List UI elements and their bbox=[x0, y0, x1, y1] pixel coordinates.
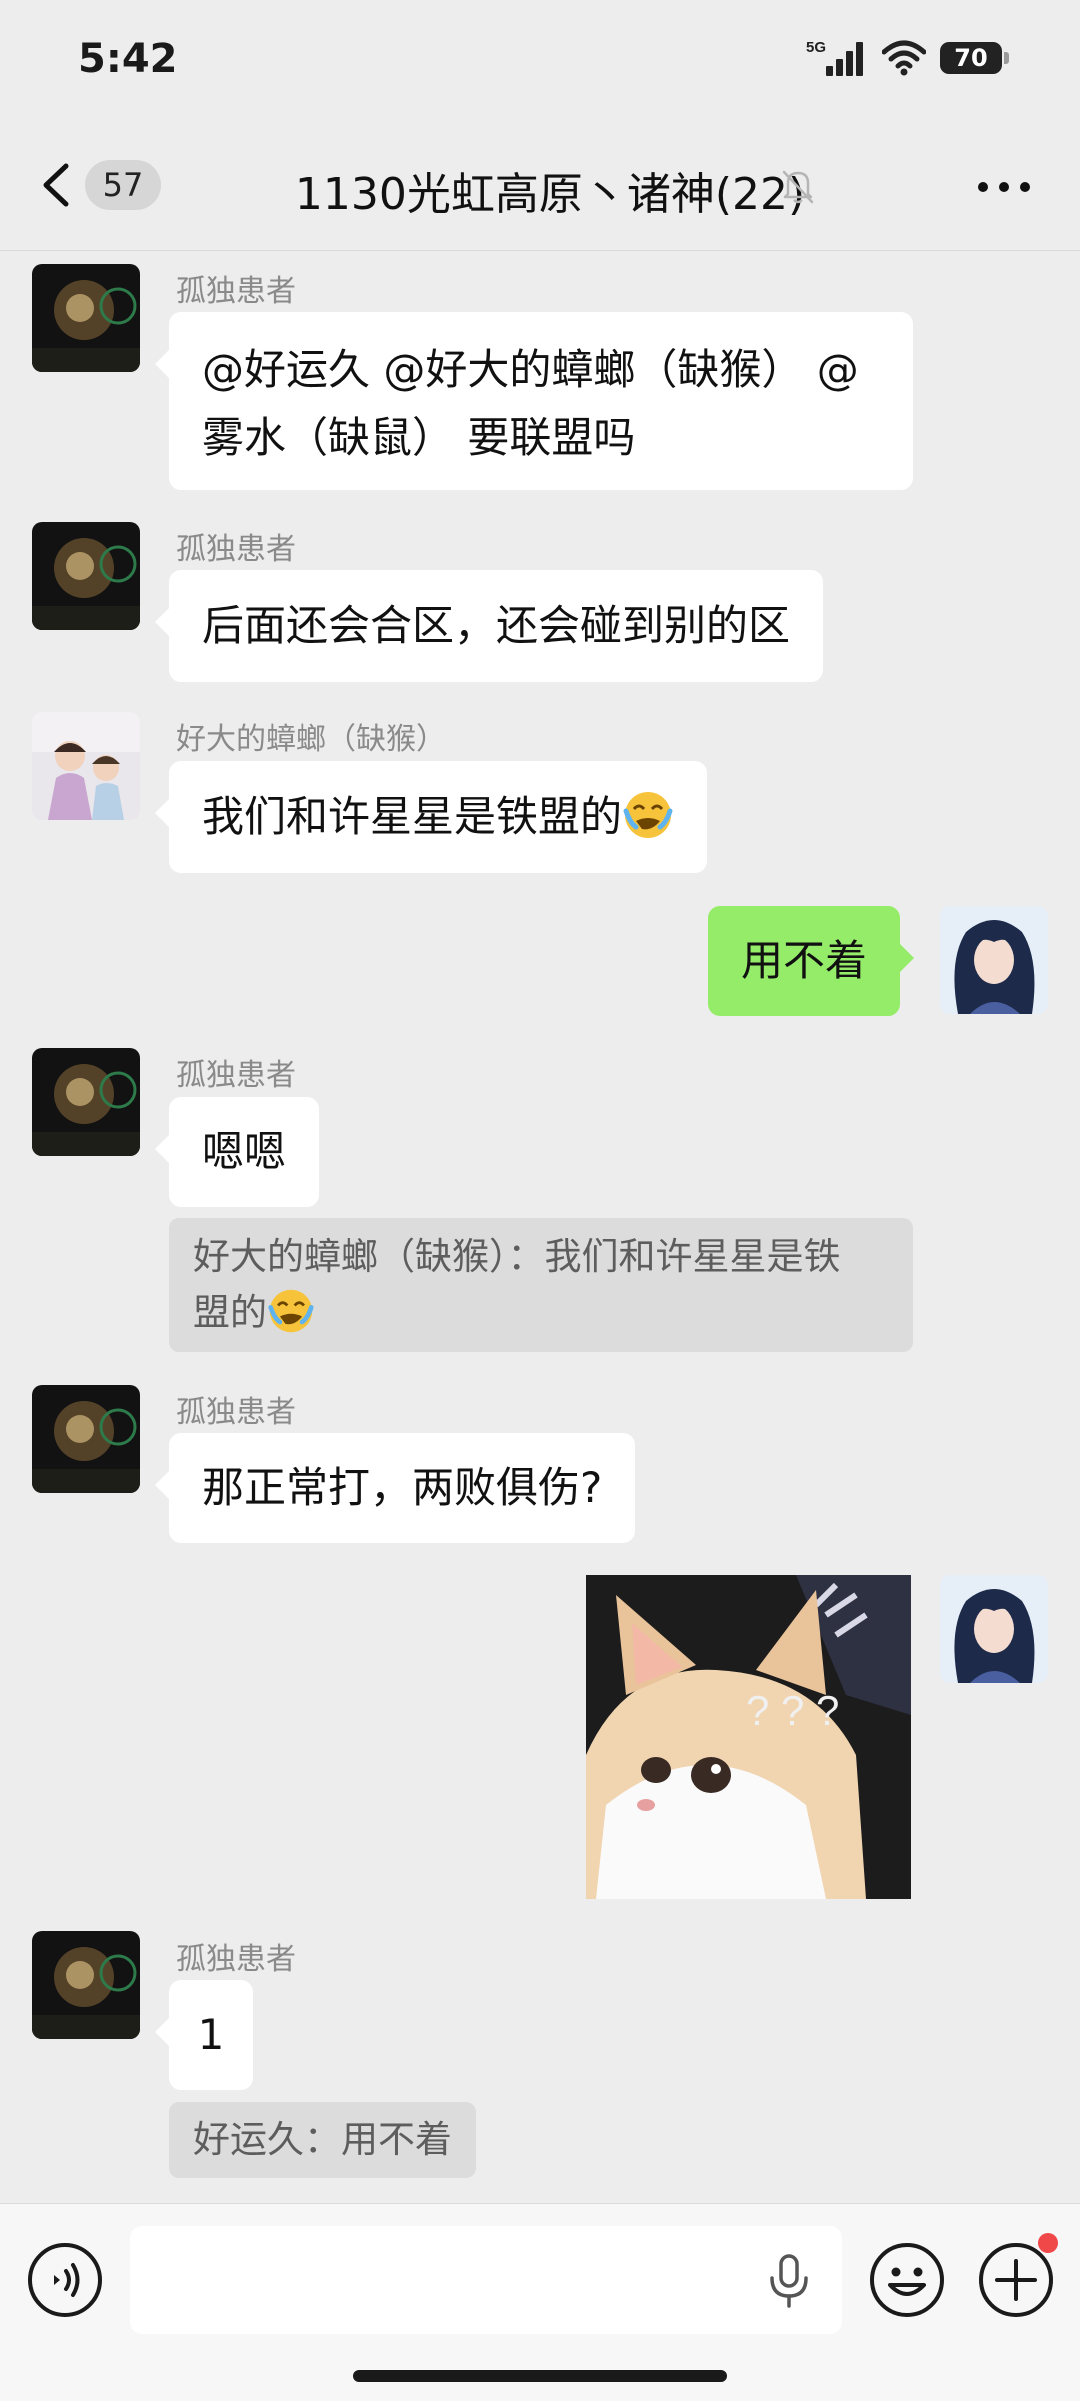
quoted-text: 盟的 bbox=[193, 1291, 267, 1334]
status-bar: 5:42 5G 70 bbox=[0, 0, 1080, 120]
face-holding-back-tears-icon bbox=[268, 1289, 314, 1333]
add-more-icon[interactable] bbox=[977, 2241, 1055, 2319]
my-avatar[interactable] bbox=[940, 1575, 1048, 1683]
battery-icon: 70 bbox=[940, 42, 1009, 74]
sender-name: 好大的蟑螂（缺猴） bbox=[176, 722, 446, 757]
sender-avatar[interactable] bbox=[32, 522, 140, 630]
confused-cat-sticker[interactable]: ? ? ? bbox=[586, 1575, 911, 1899]
sender-avatar[interactable] bbox=[32, 1931, 140, 2039]
message-text: @好运久 @好大的蟑螂（缺猴） @ bbox=[202, 345, 859, 394]
microphone-icon[interactable] bbox=[766, 2254, 812, 2308]
status-icons: 5G 70 bbox=[806, 38, 1009, 78]
message-bubble[interactable]: 我们和许星星是铁盟的 bbox=[154, 761, 708, 873]
quoted-text: 好大的蟑螂（缺猴）：我们和许星星是铁 bbox=[193, 1235, 841, 1278]
message-bubble[interactable]: 后面还会合区，还会碰到别的区 bbox=[154, 570, 824, 682]
my-message-bubble[interactable]: 用不着 bbox=[708, 906, 915, 1016]
message-bubble[interactable]: 1 bbox=[155, 1980, 253, 2090]
sender-name: 孤独患者 bbox=[176, 1942, 296, 1977]
battery-level: 70 bbox=[954, 44, 988, 72]
sender-name: 孤独患者 bbox=[176, 274, 296, 309]
more-options-icon[interactable] bbox=[976, 180, 1032, 194]
message-bubble[interactable]: 那正常打，两败俱伤? bbox=[154, 1433, 636, 1543]
message-bubble[interactable]: @好运久 @好大的蟑螂（缺猴） @ 雾水（缺鼠） 要联盟吗 bbox=[155, 312, 913, 490]
chat-header: 57 1130光虹高原丶诸神(22) bbox=[0, 120, 1080, 251]
sticker-question-marks: ? ? ? bbox=[746, 1687, 839, 1734]
sender-avatar[interactable] bbox=[32, 264, 140, 372]
notification-dot bbox=[1038, 2233, 1058, 2253]
message-text: 嗯嗯 bbox=[202, 1127, 287, 1176]
message-text: 我们和许星星是铁盟的 bbox=[202, 792, 623, 841]
sender-avatar[interactable] bbox=[32, 1385, 140, 1493]
mute-bell-icon bbox=[782, 170, 814, 204]
message-text: 那正常打，两败俱伤? bbox=[202, 1463, 603, 1512]
message-input[interactable] bbox=[130, 2226, 842, 2334]
status-time: 5:42 bbox=[78, 36, 178, 82]
wifi-icon bbox=[882, 40, 926, 76]
quoted-text: 好运久：用不着 bbox=[193, 2118, 452, 2161]
voice-mode-icon[interactable] bbox=[26, 2241, 104, 2319]
message-text: 用不着 bbox=[741, 936, 868, 985]
network-type-label: 5G bbox=[806, 39, 826, 56]
message-text: 后面还会合区，还会碰到别的区 bbox=[202, 601, 791, 650]
chat-title: 1130光虹高原丶诸神(22) bbox=[294, 169, 806, 220]
message-text: 雾水（缺鼠） 要联盟吗 bbox=[202, 413, 636, 462]
emoji-icon[interactable] bbox=[868, 2241, 946, 2319]
sender-avatar[interactable] bbox=[32, 1048, 140, 1156]
message-bubble[interactable]: 嗯嗯 bbox=[154, 1097, 320, 1207]
sender-name: 孤独患者 bbox=[176, 1058, 296, 1093]
sender-name: 孤独患者 bbox=[176, 1395, 296, 1430]
cellular-signal-icon: 5G bbox=[806, 39, 863, 76]
face-holding-back-tears-icon bbox=[623, 792, 673, 838]
sender-avatar[interactable] bbox=[32, 712, 140, 820]
my-avatar[interactable] bbox=[940, 906, 1048, 1014]
quoted-reply[interactable]: 好大的蟑螂（缺猴）：我们和许星星是铁 盟的 bbox=[169, 1218, 913, 1352]
quoted-reply[interactable]: 好运久：用不着 bbox=[169, 2102, 476, 2178]
sender-name: 孤独患者 bbox=[176, 532, 296, 567]
message-text: 1 bbox=[197, 2010, 225, 2059]
home-indicator[interactable] bbox=[353, 2370, 727, 2382]
